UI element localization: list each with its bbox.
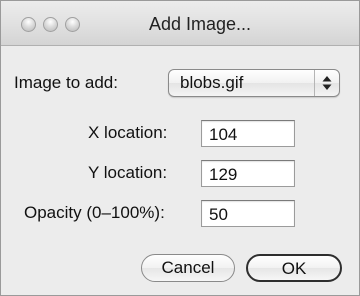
opacity-field[interactable] [201, 200, 295, 227]
updown-arrows-icon [314, 70, 339, 96]
image-to-add-label: Image to add: [14, 73, 118, 92]
title-bar[interactable]: Add Image... [1, 1, 359, 46]
y-location-field[interactable] [201, 160, 295, 187]
image-select[interactable]: blobs.gif [168, 69, 340, 97]
ok-button[interactable]: OK [246, 254, 342, 282]
y-location-label: Y location: [88, 163, 168, 182]
opacity-label: Opacity (0–100%): [24, 203, 165, 222]
add-image-dialog: Add Image... Image to add: blobs.gif X l… [0, 0, 360, 296]
x-location-label: X location: [88, 123, 168, 142]
image-select-value: blobs.gif [180, 73, 244, 92]
cancel-button[interactable]: Cancel [141, 254, 235, 282]
window-title: Add Image... [148, 14, 252, 34]
x-location-field[interactable] [201, 120, 295, 147]
